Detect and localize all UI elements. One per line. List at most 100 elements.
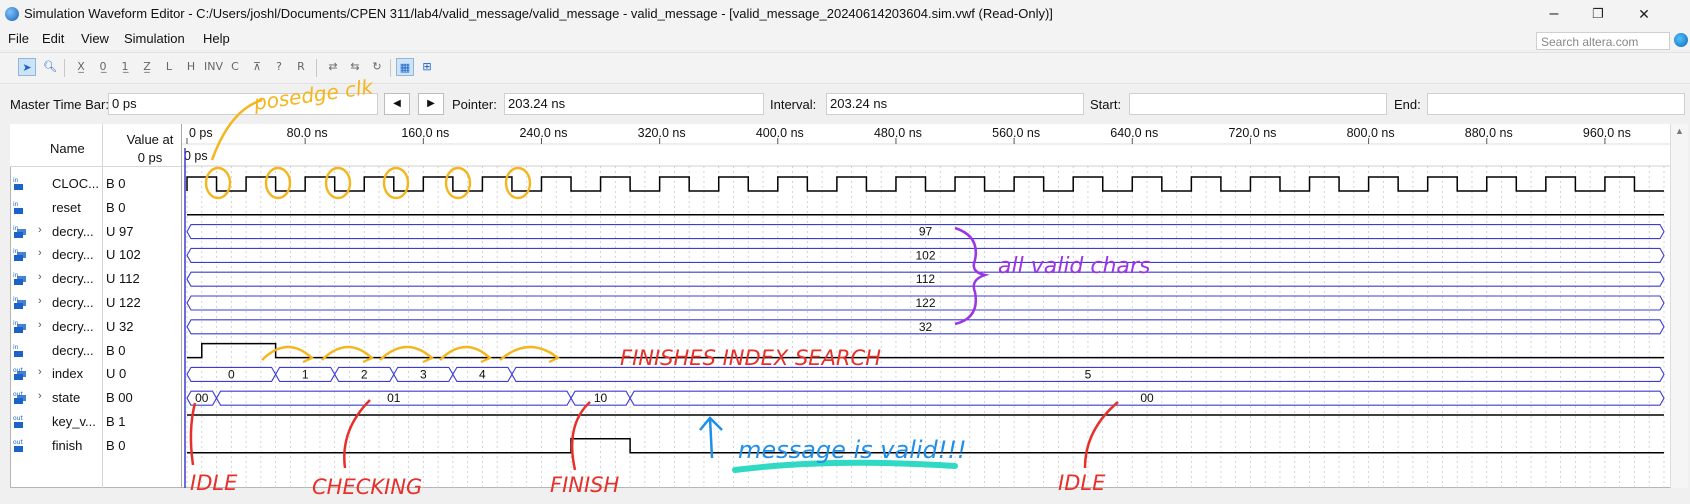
next-transition-button[interactable]: ▶: [418, 93, 444, 115]
bus-value-label: 00: [1140, 391, 1154, 405]
menu-help[interactable]: Help: [203, 31, 230, 46]
bus-value-label: 5: [1085, 367, 1092, 381]
signal-value: B 00: [106, 390, 133, 406]
input-pin-icon: in: [13, 344, 27, 358]
prev-transition-button[interactable]: ◀: [384, 93, 410, 115]
signal-name[interactable]: CLOC...: [52, 176, 99, 191]
signal-name[interactable]: key_v...: [52, 414, 96, 429]
bus-value-label: 3: [420, 367, 427, 381]
count-value-icon[interactable]: C: [226, 58, 244, 76]
find-icon[interactable]: ↻: [368, 58, 386, 76]
time-tick-label: 560.0 ns: [992, 126, 1040, 140]
snap-to-grid-icon[interactable]: ⇄: [324, 58, 342, 76]
signal-name[interactable]: decry...: [52, 247, 94, 262]
bus-value-label: 102: [915, 248, 935, 262]
title-bar: Simulation Waveform Editor - C:/Users/jo…: [0, 0, 1690, 28]
expand-chevron-icon[interactable]: ›: [38, 319, 42, 331]
expand-chevron-icon[interactable]: ›: [38, 366, 42, 378]
bus-value-label: 00: [195, 391, 209, 405]
run-timing-icon[interactable]: ⊞: [418, 58, 436, 76]
svg-text:in: in: [13, 344, 19, 351]
weak-low-icon[interactable]: L: [160, 58, 178, 76]
pulse-waveform: [187, 438, 1664, 454]
input-pin-icon: in: [13, 177, 27, 191]
time-tick-label: 640.0 ns: [1110, 126, 1158, 140]
svg-text:in: in: [13, 177, 19, 184]
forcing-unknown-icon[interactable]: X̲: [72, 58, 90, 76]
menu-simulation[interactable]: Simulation: [124, 31, 185, 46]
time-tick-label: 160.0 ns: [401, 126, 449, 140]
waveform-area[interactable]: 0 ps 80.0 ns 160.0 ns 240.0 ns 320.0 ns 400.0…: [182, 124, 1670, 488]
signal-name[interactable]: decry...: [52, 319, 94, 334]
signal-value: U 122: [106, 295, 141, 310]
interval-field[interactable]: 203.24 ns: [826, 93, 1084, 115]
start-label: Start:: [1090, 97, 1122, 112]
signal-name[interactable]: reset: [52, 200, 81, 215]
vertical-scrollbar[interactable]: ▲: [1670, 124, 1688, 488]
pointer-field[interactable]: 203.24 ns: [504, 93, 764, 115]
select-arrow-icon[interactable]: ➤: [18, 58, 36, 76]
expand-chevron-icon[interactable]: ›: [38, 247, 42, 259]
signal-header: Name Value at 0 ps: [10, 124, 182, 167]
bus-value-label: 0: [228, 367, 235, 381]
random-value-icon[interactable]: R: [292, 58, 310, 76]
time-tick-label: 720.0 ns: [1228, 126, 1276, 140]
signal-name[interactable]: decry...: [52, 343, 94, 358]
bus-value-label: 122: [915, 296, 935, 310]
master-time-field[interactable]: 0 ps: [108, 93, 378, 115]
output-pin-icon: out: [13, 415, 27, 429]
forcing-low-icon[interactable]: 0̲: [94, 58, 112, 76]
signal-name[interactable]: index: [52, 366, 83, 381]
svg-text:in: in: [13, 201, 19, 208]
arbitrary-value-icon[interactable]: ?: [270, 58, 288, 76]
end-label: End:: [1394, 97, 1421, 112]
input-pin-icon: in: [13, 201, 27, 215]
bus-value-label: 97: [919, 225, 933, 239]
value-column-header[interactable]: Value at: [114, 132, 186, 147]
high-impedance-icon[interactable]: Z̲: [138, 58, 156, 76]
run-functional-icon[interactable]: ▦: [396, 58, 414, 76]
svg-text:out: out: [13, 439, 23, 446]
pointer-label: Pointer:: [452, 97, 497, 112]
time-tick-label: 240.0 ns: [519, 126, 567, 140]
bus-value-label: 1: [302, 367, 309, 381]
expand-chevron-icon[interactable]: ›: [38, 224, 42, 236]
cursor-label: 0 ps: [184, 149, 208, 163]
expand-chevron-icon[interactable]: ›: [38, 295, 42, 307]
close-button[interactable]: ✕: [1622, 2, 1666, 26]
expand-chevron-icon[interactable]: ›: [38, 390, 42, 402]
maximize-button[interactable]: ❐: [1576, 2, 1620, 26]
window-title: Simulation Waveform Editor - C:/Users/jo…: [24, 6, 1053, 21]
signal-value: U 102: [106, 247, 141, 263]
forcing-high-icon[interactable]: 1̲: [116, 58, 134, 76]
zoom-icon[interactable]: 🔍︎: [41, 58, 59, 76]
signal-value: B 0: [106, 437, 126, 453]
signal-value: B 0: [106, 176, 126, 191]
signal-value: U 97: [106, 223, 134, 239]
signal-name[interactable]: decry...: [52, 271, 94, 286]
signal-value: B 0: [106, 342, 126, 358]
waveform-canvas[interactable]: 0 ps 80.0 ns 160.0 ns 240.0 ns 320.0 ns 400.0…: [182, 124, 1670, 488]
invert-icon[interactable]: INV: [204, 58, 223, 76]
menu-file[interactable]: File: [8, 31, 29, 46]
value-column-time: 0 ps: [137, 150, 163, 165]
time-tick-label: 800.0 ns: [1347, 126, 1395, 140]
signal-name[interactable]: decry...: [52, 295, 94, 310]
signal-value: B 0: [106, 199, 126, 215]
scroll-up-icon[interactable]: ▲: [1675, 126, 1684, 136]
signal-name[interactable]: state: [52, 390, 80, 405]
menu-view[interactable]: View: [81, 31, 109, 46]
globe-icon[interactable]: [1674, 33, 1688, 47]
minimize-button[interactable]: –: [1532, 2, 1576, 26]
start-field[interactable]: [1129, 93, 1387, 115]
end-field[interactable]: [1427, 93, 1685, 115]
clock-value-icon[interactable]: ⊼: [248, 58, 266, 76]
signal-name[interactable]: decry...: [52, 224, 94, 239]
search-input[interactable]: Search altera.com: [1536, 32, 1670, 50]
name-column-header[interactable]: Name: [50, 141, 85, 156]
sort-icon[interactable]: ⇆: [346, 58, 364, 76]
signal-name[interactable]: finish: [52, 438, 82, 453]
menu-edit[interactable]: Edit: [42, 31, 64, 46]
expand-chevron-icon[interactable]: ›: [38, 271, 42, 283]
weak-high-icon[interactable]: H: [182, 58, 200, 76]
